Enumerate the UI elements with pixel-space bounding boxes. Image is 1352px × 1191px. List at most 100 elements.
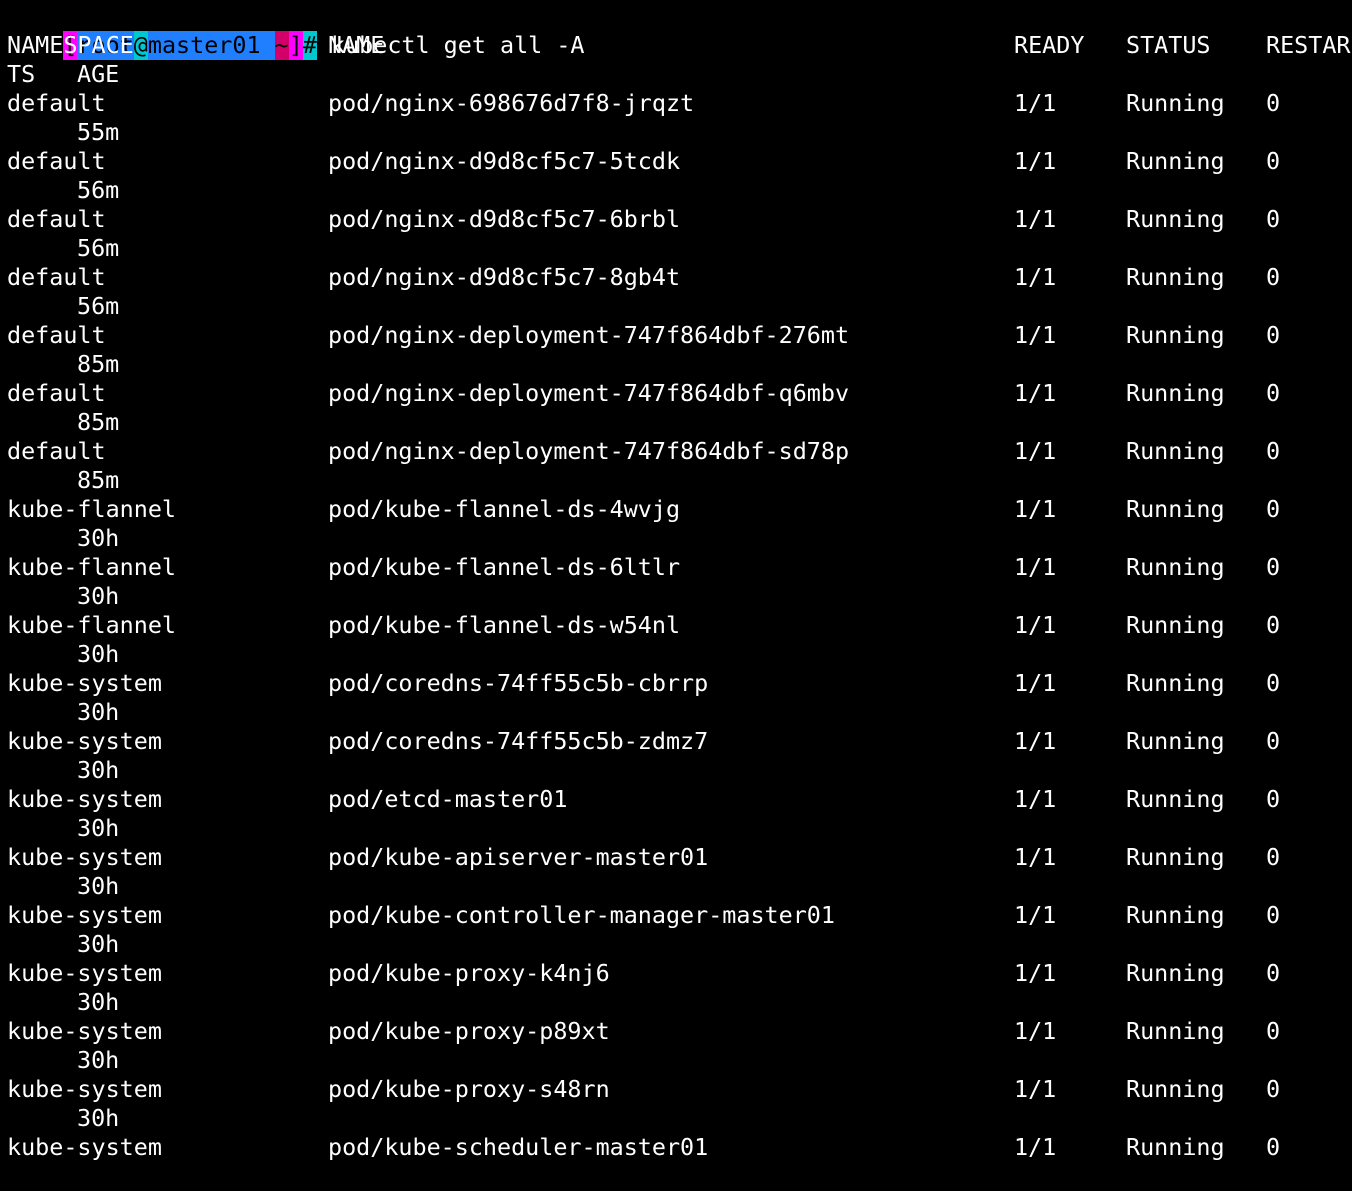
row-namespace: kube-system [7, 901, 162, 929]
row-restarts: 0 [1266, 147, 1281, 175]
header-name: NAME [328, 31, 385, 59]
table-row-wrap: 30h [7, 1046, 1352, 1075]
row-status: Running [1126, 89, 1225, 117]
row-ready: 1/1 [1014, 901, 1057, 929]
row-restarts: 0 [1266, 263, 1281, 291]
table-row-wrap: 30h [7, 582, 1352, 611]
row-restarts: 0 [1266, 959, 1281, 987]
table-row-wrap: 30h [7, 756, 1352, 785]
terminal-window[interactable]: [root@master01 ~]# kubectl get all -A NA… [7, 0, 1352, 1166]
row-status: Running [1126, 495, 1225, 523]
table-row-wrap: 56m [7, 292, 1352, 321]
table-row-wrap [7, 1162, 1352, 1191]
row-namespace: kube-system [7, 1133, 162, 1161]
table-row: kube-system pod/kube-proxy-p89xt 1/1 Runnin… [7, 1017, 1352, 1046]
row-ready: 1/1 [1014, 1133, 1057, 1161]
table-row: default pod/nginx-d9d8cf5c7-5tcdk 1/1 Runni… [7, 147, 1352, 176]
table-row-wrap: 30h [7, 698, 1352, 727]
row-status: Running [1126, 843, 1225, 871]
row-restarts: 0 [1266, 611, 1281, 639]
row-status: Running [1126, 553, 1225, 581]
row-name: pod/coredns-74ff55c5b-zdmz7 [328, 727, 709, 755]
row-age: 56m [77, 176, 120, 204]
row-name: pod/nginx-d9d8cf5c7-6brbl [328, 205, 681, 233]
row-name: pod/kube-proxy-p89xt [328, 1017, 610, 1045]
row-name: pod/kube-proxy-k4nj6 [328, 959, 610, 987]
row-ready: 1/1 [1014, 89, 1057, 117]
header-status: STATUS [1126, 31, 1211, 59]
row-restarts: 0 [1266, 669, 1281, 697]
table-row-wrap: 30h [7, 930, 1352, 959]
row-status: Running [1126, 379, 1225, 407]
table-row-wrap: 30h [7, 988, 1352, 1017]
row-ready: 1/1 [1014, 727, 1057, 755]
table-row: kube-flannel pod/kube-flannel-ds-6ltlr 1/1… [7, 553, 1352, 582]
row-namespace: kube-system [7, 959, 162, 987]
table-row-wrap: 85m [7, 350, 1352, 379]
row-restarts: 0 [1266, 843, 1281, 871]
row-name: pod/kube-apiserver-master01 [328, 843, 709, 871]
table-row: default pod/nginx-d9d8cf5c7-8gb4t 1/1 Runni… [7, 263, 1352, 292]
row-name: pod/nginx-698676d7f8-jrqzt [328, 89, 695, 117]
row-restarts: 0 [1266, 1075, 1281, 1103]
table-row-wrap: 85m [7, 408, 1352, 437]
row-age: 30h [77, 524, 120, 552]
row-ready: 1/1 [1014, 959, 1057, 987]
table-row: default pod/nginx-698676d7f8-jrqzt 1/1 Runn… [7, 89, 1352, 118]
row-namespace: kube-system [7, 785, 162, 813]
table-row: default pod/nginx-deployment-747f864dbf-2… [7, 321, 1352, 350]
row-restarts: 0 [1266, 495, 1281, 523]
row-ready: 1/1 [1014, 263, 1057, 291]
row-name: pod/kube-scheduler-master01 [328, 1133, 709, 1161]
row-age: 30h [77, 872, 120, 900]
table-row: kube-flannel pod/kube-flannel-ds-w54nl 1/1… [7, 611, 1352, 640]
row-namespace: default [7, 89, 106, 117]
table-row-wrap: 30h [7, 524, 1352, 553]
row-status: Running [1126, 205, 1225, 233]
row-status: Running [1126, 1017, 1225, 1045]
header-restarts-wrap: TS [7, 60, 36, 88]
row-age: 30h [77, 756, 120, 784]
row-restarts: 0 [1266, 437, 1281, 465]
row-status: Running [1126, 263, 1225, 291]
row-age: 56m [77, 234, 120, 262]
row-age: 30h [77, 1104, 120, 1132]
row-restarts: 0 [1266, 553, 1281, 581]
table-row: kube-system pod/coredns-74ff55c5b-cbrrp 1/… [7, 669, 1352, 698]
row-ready: 1/1 [1014, 147, 1057, 175]
row-namespace: kube-system [7, 843, 162, 871]
table-row: kube-system pod/etcd-master01 1/1 Running 0 [7, 785, 1352, 814]
row-age: 30h [77, 1046, 120, 1074]
row-status: Running [1126, 959, 1225, 987]
row-name: pod/nginx-d9d8cf5c7-5tcdk [328, 147, 681, 175]
row-status: Running [1126, 321, 1225, 349]
row-ready: 1/1 [1014, 611, 1057, 639]
prompt-line: [root@master01 ~]# kubectl get all -A [7, 2, 1352, 60]
row-ready: 1/1 [1014, 495, 1057, 523]
row-age: 30h [77, 814, 120, 842]
row-restarts: 0 [1266, 89, 1281, 117]
row-status: Running [1126, 1075, 1225, 1103]
row-name: pod/kube-flannel-ds-4wvjg [328, 495, 681, 523]
row-name: pod/nginx-deployment-747f864dbf-sd78p [328, 437, 850, 465]
row-status: Running [1126, 727, 1225, 755]
table-row: kube-system pod/coredns-74ff55c5b-zdmz7 1/… [7, 727, 1352, 756]
row-name: pod/nginx-deployment-747f864dbf-276mt [328, 321, 850, 349]
row-namespace: kube-system [7, 1075, 162, 1103]
row-namespace: kube-flannel [7, 611, 176, 639]
table-row-wrap: 56m [7, 234, 1352, 263]
table-row: kube-system pod/kube-proxy-s48rn 1/1 Runnin… [7, 1075, 1352, 1104]
row-age: 30h [77, 930, 120, 958]
row-ready: 1/1 [1014, 1017, 1057, 1045]
table-row-wrap: 30h [7, 814, 1352, 843]
row-ready: 1/1 [1014, 379, 1057, 407]
header-ready: READY [1014, 31, 1085, 59]
row-age: 85m [77, 408, 120, 436]
table-row: kube-system pod/kube-proxy-k4nj6 1/1 Runnin… [7, 959, 1352, 988]
row-namespace: default [7, 205, 106, 233]
header-restarts: RESTAR [1266, 31, 1351, 59]
row-restarts: 0 [1266, 727, 1281, 755]
row-namespace: kube-system [7, 727, 162, 755]
row-age: 85m [77, 350, 120, 378]
row-name: pod/etcd-master01 [328, 785, 568, 813]
